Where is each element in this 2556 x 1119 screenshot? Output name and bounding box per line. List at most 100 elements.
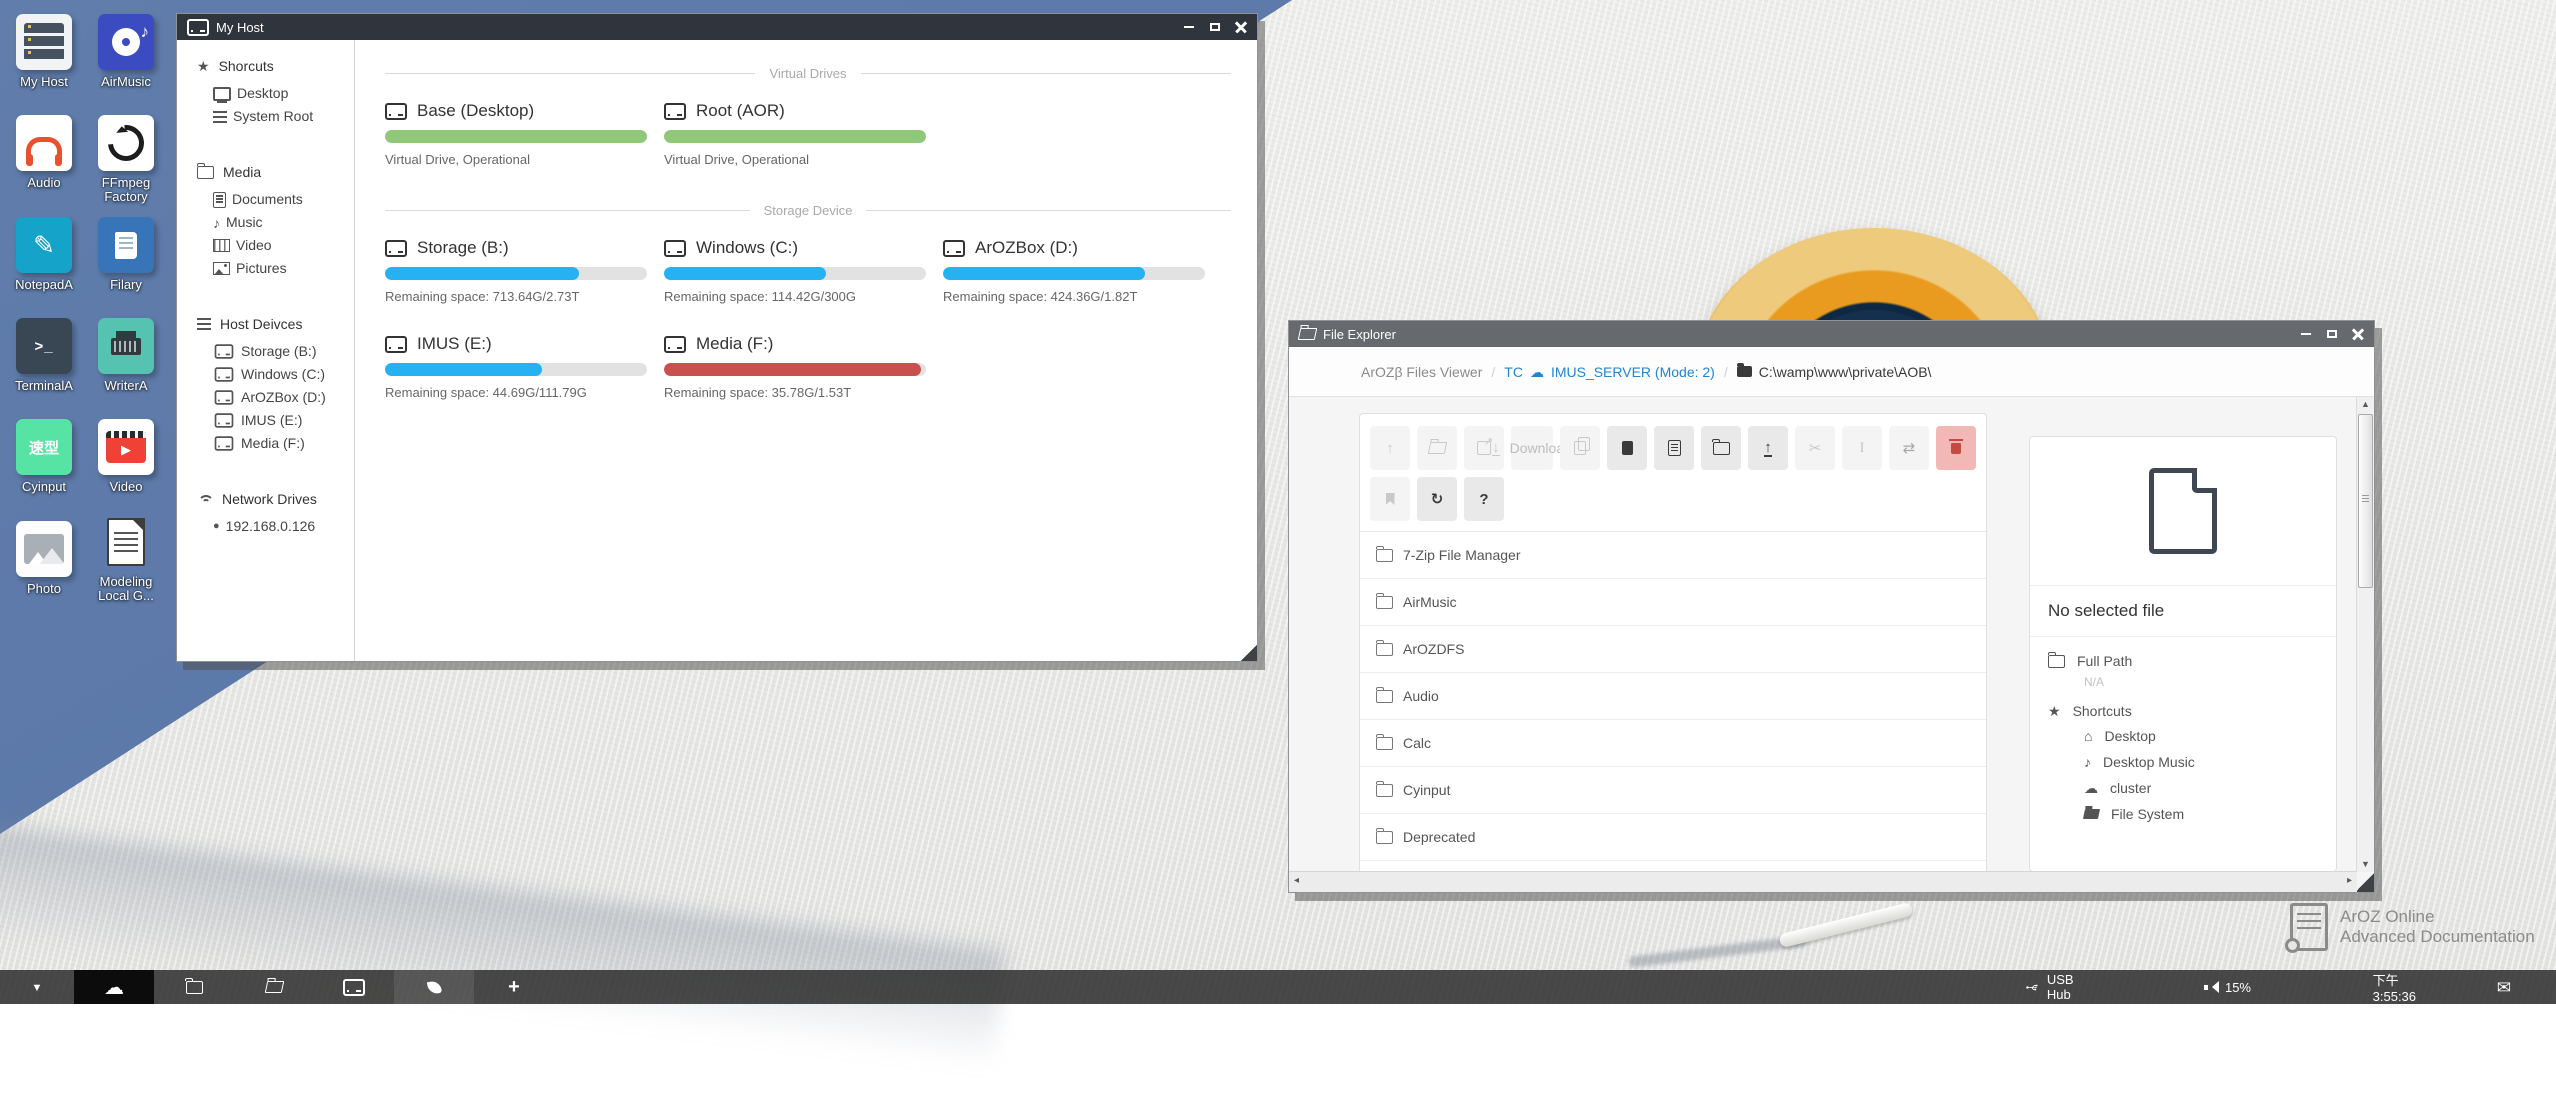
close-button[interactable] (1235, 21, 1247, 33)
taskbar-collapse-button[interactable] (0, 970, 74, 1004)
desktop-icon-audio[interactable]: Audio (6, 115, 82, 190)
file-row[interactable]: AirMusic (1360, 579, 1986, 626)
drive-name: Storage (B:) (417, 238, 509, 258)
go-up-button[interactable] (1370, 426, 1410, 470)
taskbar-button-add[interactable] (474, 970, 554, 1004)
sidebar-item-label: IMUS (E:) (241, 409, 302, 432)
cut-button[interactable] (1795, 426, 1835, 470)
taskbar: USB Hub 15% 下午3:55:36 (0, 970, 2556, 1004)
bookmark-button[interactable] (1370, 477, 1410, 521)
drive-card-media-f[interactable]: Media (F:) Remaining space: 35.78G/1.53T (664, 334, 926, 400)
shortcut-file-system[interactable]: File System (2084, 803, 2318, 825)
taskbar-button-leaf[interactable] (394, 970, 474, 1004)
tray-clock[interactable]: 下午3:55:36 (2373, 970, 2416, 1004)
file-row[interactable]: ArOZDFS (1360, 626, 1986, 673)
sidebar-item-imus-e[interactable]: IMUS (E:) (197, 409, 354, 432)
new-file-button[interactable] (1654, 426, 1694, 470)
drive-card-storage-b[interactable]: Storage (B:) Remaining space: 713.64G/2.… (385, 238, 647, 304)
drive-usage-bar (385, 267, 647, 280)
sidebar-item-pictures[interactable]: Pictures (197, 257, 354, 280)
taskbar-button-folder[interactable] (154, 970, 234, 1004)
horizontal-scrollbar[interactable] (1289, 871, 2357, 892)
refresh-button[interactable] (1417, 477, 1457, 521)
drive-icon (215, 436, 234, 450)
scroll-down-arrow[interactable] (2357, 860, 2374, 869)
music-icon (2084, 755, 2091, 769)
upload-button[interactable] (1748, 426, 1788, 470)
drive-name: Root (AOR) (696, 101, 785, 121)
paste-button[interactable] (1607, 426, 1647, 470)
taskbar-button-drive[interactable] (314, 970, 394, 1004)
breadcrumb-server-link[interactable]: TC IMUS_SERVER (Mode: 2) (1504, 364, 1715, 380)
shortcut-desktop[interactable]: Desktop (2084, 725, 2318, 747)
scroll-left-arrow[interactable] (1294, 876, 1299, 886)
minimize-button[interactable] (2300, 328, 2312, 340)
file-row[interactable]: Calc (1360, 720, 1986, 767)
desktop-icon-notepada[interactable]: ✎ NotepadA (6, 217, 82, 292)
drive-card-imus-e[interactable]: IMUS (E:) Remaining space: 44.69G/111.79… (385, 334, 647, 400)
sidebar-item-network-drive[interactable]: 192.168.0.126 (197, 515, 354, 538)
drive-card-windows-c[interactable]: Windows (C:) Remaining space: 114.42G/30… (664, 238, 926, 304)
taskbar-button-folder-open[interactable] (234, 970, 314, 1004)
tray-usb[interactable]: USB Hub (2026, 972, 2081, 1002)
desktop-icon-my-host[interactable]: My Host (6, 14, 82, 89)
vertical-scrollbar[interactable] (2356, 397, 2374, 872)
delete-button[interactable] (1936, 426, 1976, 470)
maximize-button[interactable] (2326, 328, 2338, 340)
rename-button[interactable] (1842, 426, 1882, 470)
file-row[interactable]: Deprecated (1360, 814, 1986, 861)
sidebar-item-windows-c[interactable]: Windows (C:) (197, 363, 354, 386)
drive-icon (664, 240, 686, 257)
list-icon (197, 318, 211, 330)
close-button[interactable] (2352, 328, 2364, 340)
desktop-icon-photo[interactable]: Photo (6, 521, 82, 596)
desktop-icon-filary[interactable]: Filary (88, 217, 164, 292)
resize-grip[interactable] (2357, 872, 2374, 892)
scroll-right-arrow[interactable] (2347, 876, 2352, 886)
tray-messages[interactable] (2497, 979, 2511, 996)
desktop-icon-modeling-doc[interactable]: Modeling Local G... (88, 514, 164, 603)
breadcrumb-path[interactable]: C:\wamp\www\private\AOB\ (1737, 364, 1932, 380)
desktop-icon-writera[interactable]: WriterA (88, 318, 164, 393)
copy-button[interactable] (1560, 426, 1600, 470)
sidebar-item-desktop[interactable]: Desktop (197, 82, 354, 105)
drive-card-arozbox-d[interactable]: ArOZBox (D:) Remaining space: 424.36G/1.… (943, 238, 1205, 304)
tray-volume[interactable]: 15% (2204, 980, 2251, 995)
resize-grip[interactable] (1239, 643, 1257, 661)
file-row[interactable]: 7-Zip File Manager (1360, 532, 1986, 579)
new-folder-button[interactable] (1701, 426, 1741, 470)
my-host-titlebar[interactable]: My Host (177, 14, 1257, 40)
shortcut-desktop-music[interactable]: Desktop Music (2084, 751, 2318, 773)
move-button[interactable] (1889, 426, 1929, 470)
sidebar-item-media-f[interactable]: Media (F:) (197, 432, 354, 455)
desktop-icon-video[interactable]: ▶ Video (88, 419, 164, 494)
sidebar-item-music[interactable]: Music (197, 211, 354, 234)
download-button[interactable]: Download (1511, 426, 1553, 470)
sidebar-item-storage-b[interactable]: Storage (B:) (197, 340, 354, 363)
drive-status: Remaining space: 44.69G/111.79G (385, 385, 647, 400)
scrollbar-thumb[interactable] (2358, 414, 2373, 588)
file-row[interactable]: Audio (1360, 673, 1986, 720)
branding-line2: Advanced Documentation (2340, 927, 2535, 947)
status-dot-icon (213, 521, 220, 532)
desktop-icon-terminala[interactable]: >_ TerminalA (6, 318, 82, 393)
shortcut-cluster[interactable]: cluster (2084, 777, 2318, 799)
sidebar-item-label: 192.168.0.126 (226, 515, 316, 538)
taskbar-button-cloud[interactable] (74, 970, 154, 1004)
desktop-icon-cyinput[interactable]: 速型 Cyinput (6, 419, 82, 494)
desktop-icon-airmusic[interactable]: AirMusic (88, 14, 164, 89)
sidebar-item-video[interactable]: Video (197, 234, 354, 257)
file-row[interactable]: Cyinput (1360, 767, 1986, 814)
sidebar-item-documents[interactable]: Documents (197, 188, 354, 211)
file-explorer-titlebar[interactable]: File Explorer (1289, 321, 2374, 347)
maximize-button[interactable] (1209, 21, 1221, 33)
sidebar-item-system-root[interactable]: System Root (197, 105, 354, 128)
open-button[interactable] (1417, 426, 1457, 470)
drive-card-base[interactable]: Base (Desktop) Virtual Drive, Operationa… (385, 101, 647, 167)
scroll-up-arrow[interactable] (2357, 400, 2374, 409)
sidebar-item-arozbox-d[interactable]: ArOZBox (D:) (197, 386, 354, 409)
desktop-icon-ffmpeg-factory[interactable]: FFmpeg Factory (88, 115, 164, 204)
help-button[interactable] (1464, 477, 1504, 521)
drive-card-root[interactable]: Root (AOR) Virtual Drive, Operational (664, 101, 926, 167)
minimize-button[interactable] (1183, 21, 1195, 33)
